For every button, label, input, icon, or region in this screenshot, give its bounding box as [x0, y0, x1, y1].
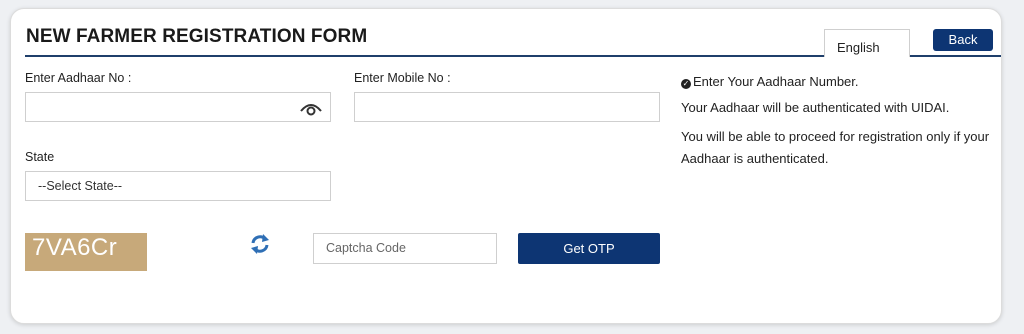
- state-select[interactable]: --Select State--: [25, 171, 331, 201]
- page-title: NEW FARMER REGISTRATION FORM: [26, 26, 368, 47]
- aadhaar-input[interactable]: [25, 92, 331, 122]
- aadhaar-label: Enter Aadhaar No :: [25, 71, 132, 85]
- refresh-icon[interactable]: [249, 233, 271, 255]
- registration-card: NEW FARMER REGISTRATION FORM English Bac…: [10, 8, 1002, 324]
- language-selector[interactable]: English: [824, 29, 910, 57]
- info-text-1: Enter Your Aadhaar Number.: [693, 74, 859, 89]
- captcha-image: 7VA6Cr: [25, 233, 147, 271]
- back-button[interactable]: Back: [933, 29, 993, 51]
- eye-icon[interactable]: [300, 100, 322, 116]
- info-line-1: ✓ Enter Your Aadhaar Number.: [681, 73, 991, 91]
- info-line-3: You will be able to proceed for registra…: [681, 129, 990, 166]
- get-otp-button[interactable]: Get OTP: [518, 233, 660, 264]
- state-label: State: [25, 150, 55, 164]
- info-line-2: Your Aadhaar will be authenticated with …: [681, 100, 950, 115]
- captcha-input[interactable]: Captcha Code: [313, 233, 497, 264]
- mobile-label: Enter Mobile No :: [354, 71, 451, 85]
- check-circle-icon: ✓: [681, 79, 691, 89]
- mobile-input[interactable]: [354, 92, 660, 122]
